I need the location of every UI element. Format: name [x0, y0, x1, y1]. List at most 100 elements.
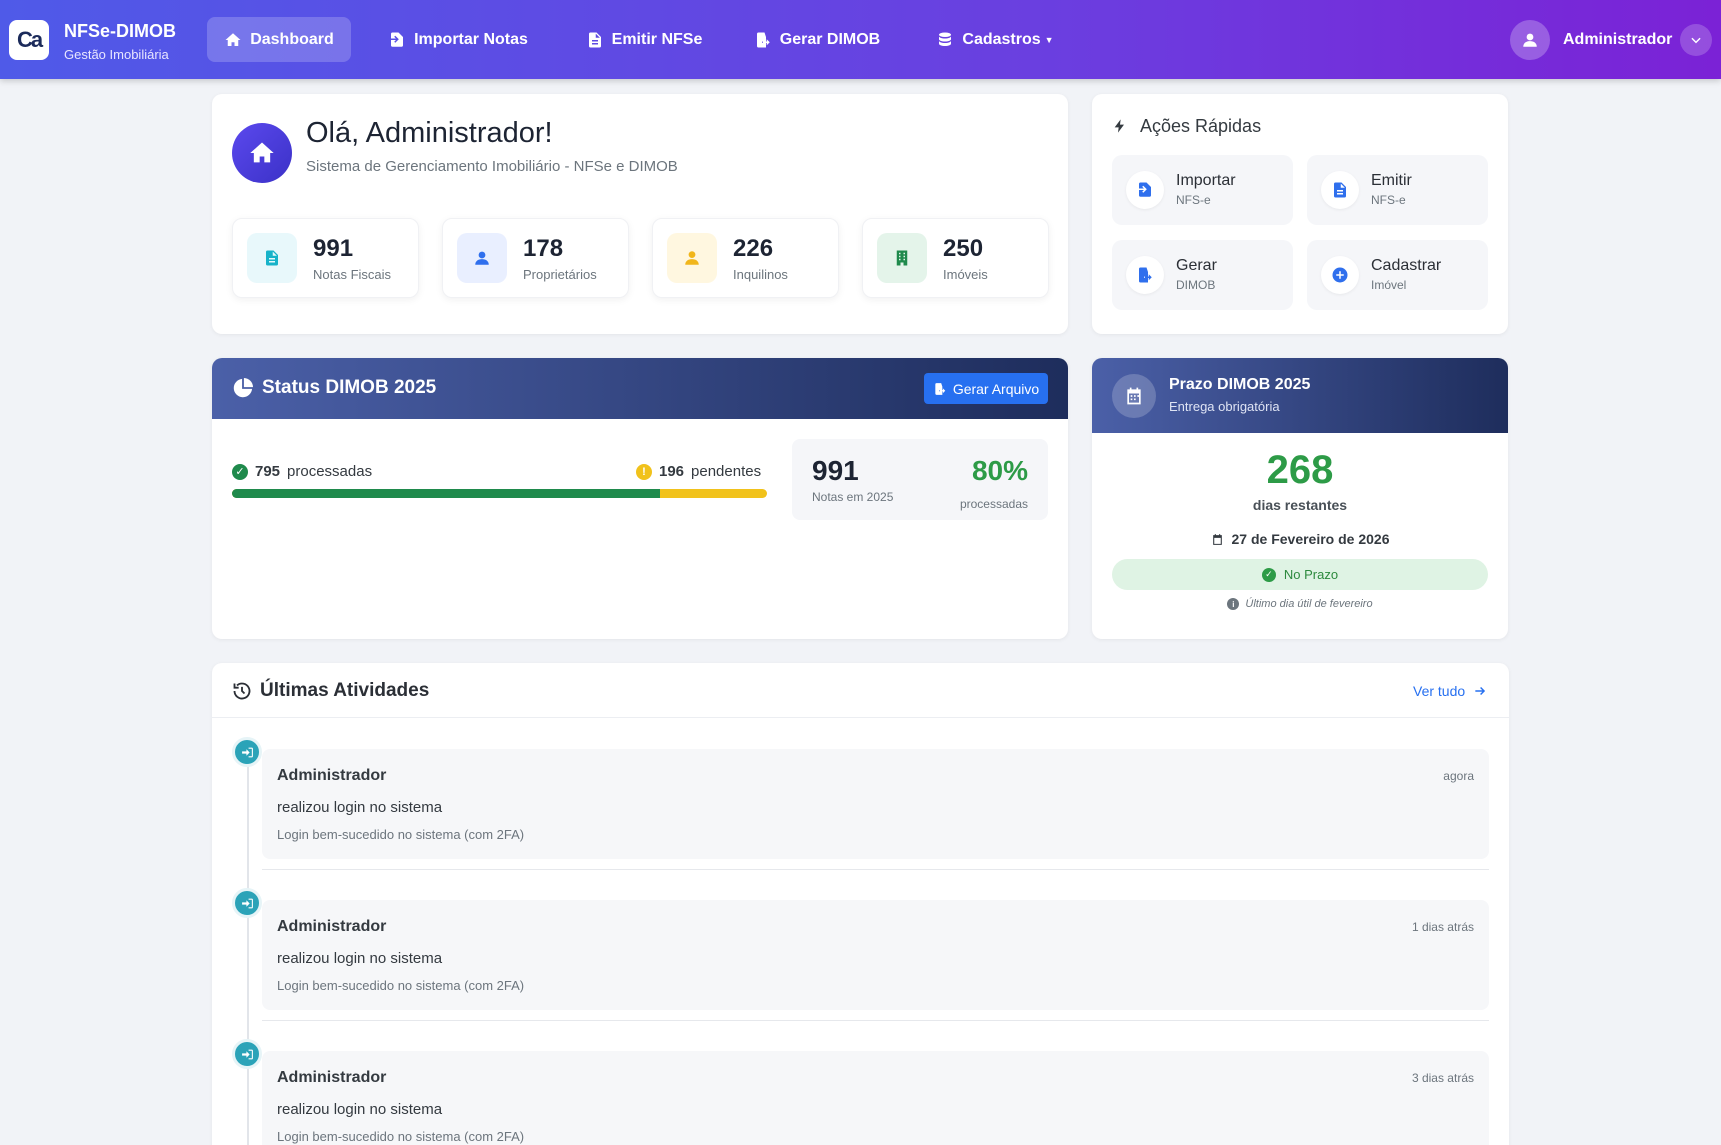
stat-value: 991: [313, 235, 354, 262]
brand-title[interactable]: NFSe-DIMOB: [64, 21, 176, 42]
nav-emitir-label: Emitir NFSe: [611, 30, 703, 48]
progress-processed-fill: [232, 489, 660, 498]
nav-cadastros-label: Cadastros: [962, 30, 1041, 48]
quick-action-gerar-dimob[interactable]: Gerar DIMOB: [1112, 240, 1293, 310]
activity-action: realizou login no sistema: [277, 799, 443, 816]
user-tie-icon: [685, 251, 699, 265]
qa-main-label: Emitir: [1371, 172, 1412, 189]
activities-title: Últimas Atividades: [260, 680, 430, 701]
stat-value: 250: [943, 235, 984, 262]
plus-circle-icon: [1332, 267, 1348, 283]
activity-user: Administrador: [277, 1069, 387, 1086]
summary-percent-label: processadas: [959, 497, 1028, 511]
summary-percent: 80%: [971, 455, 1028, 486]
user-icon: [1523, 33, 1537, 47]
stat-notas-fiscais[interactable]: 991 Notas Fiscais: [232, 218, 419, 298]
database-icon: [939, 32, 952, 46]
user-name[interactable]: Administrador: [1563, 31, 1672, 49]
nav-emitir-nfse[interactable]: Emitir NFSe: [572, 17, 716, 62]
pending-legend: ! 196 pendentes: [636, 463, 761, 480]
see-all-link[interactable]: Ver tudo: [1413, 683, 1487, 699]
stat-inquilinos[interactable]: 226 Inquilinos: [652, 218, 839, 298]
status-summary: 991 Notas em 2025 80% processadas: [792, 439, 1048, 520]
check-circle-icon: ✓: [232, 463, 248, 480]
welcome-title: Olá, Administrador!: [306, 117, 553, 149]
quick-actions-title: Ações Rápidas: [1140, 116, 1262, 136]
status-badge: ✓ No Prazo: [1112, 559, 1488, 590]
stat-notas-icon-wrap: [247, 233, 297, 283]
days-remaining-label: dias restantes: [1252, 497, 1348, 513]
bolt-icon: [1114, 119, 1124, 133]
nav-cadastros[interactable]: Cadastros ▼: [930, 17, 1060, 62]
status-badge-text: No Prazo: [1283, 567, 1339, 582]
status-dimob-card: Status DIMOB 2025 Gerar Arquivo ✓ 795 pr…: [212, 358, 1068, 639]
prazo-subtitle: Entrega obrigatória: [1169, 399, 1280, 414]
user-icon: [475, 251, 489, 265]
quick-action-cadastrar-imovel[interactable]: Cadastrar Imóvel: [1307, 240, 1488, 310]
timeline-line: [247, 758, 249, 1145]
stat-imoveis-icon-wrap: [877, 233, 927, 283]
days-remaining: 268: [1266, 448, 1334, 492]
activity-time: 3 dias atrás: [1411, 1071, 1474, 1085]
brand-logo-mark: Ca: [16, 27, 43, 52]
activity-item[interactable]: Administrador 1 dias atrás realizou logi…: [262, 900, 1489, 1010]
stat-proprietarios[interactable]: 178 Proprietários: [442, 218, 629, 298]
activity-time: 1 dias atrás: [1411, 920, 1474, 934]
welcome-card: Olá, Administrador! Sistema de Gerenciam…: [212, 94, 1068, 334]
stat-imoveis[interactable]: 250 Imóveis: [862, 218, 1049, 298]
qa-main-label: Gerar: [1176, 257, 1217, 274]
prazo-icon-wrap: [1112, 374, 1156, 418]
sign-in-icon: [241, 747, 253, 757]
activity-item[interactable]: Administrador agora realizou login no si…: [262, 749, 1489, 859]
calendar-icon: [1127, 387, 1141, 405]
quick-actions-card: Ações Rápidas Importar NFS-e Emitir NFS-…: [1092, 94, 1508, 334]
see-all-label: Ver tudo: [1413, 683, 1466, 699]
nav-dashboard[interactable]: Dashboard: [207, 17, 351, 62]
timeline-dot: [232, 737, 262, 767]
qa-main-label: Importar: [1176, 172, 1236, 189]
quick-action-importar-nfse[interactable]: Importar NFS-e: [1112, 155, 1293, 225]
activity-detail: Login bem-sucedido no sistema (com 2FA): [277, 827, 525, 842]
qa-sub-label: Imóvel: [1371, 278, 1407, 292]
qa-icon-wrap: [1126, 171, 1164, 209]
file-text-icon: [1334, 182, 1346, 198]
calendar-icon: [1212, 533, 1222, 545]
activity-action: realizou login no sistema: [277, 1101, 443, 1118]
nav-gerar-label: Gerar DIMOB: [779, 30, 881, 48]
welcome-home-badge: [232, 123, 292, 183]
processed-legend: ✓ 795 processadas: [232, 463, 372, 480]
brand-logo[interactable]: Ca: [9, 20, 49, 60]
nav-importar-label: Importar Notas: [414, 30, 528, 48]
file-import-icon: [391, 32, 404, 47]
prazo-header: Prazo DIMOB 2025 Entrega obrigatória: [1092, 358, 1508, 433]
processed-label: processadas: [287, 463, 373, 480]
processed-count: 795: [255, 463, 281, 480]
home-icon: [225, 32, 241, 46]
timeline-dot: [232, 1039, 262, 1069]
building-icon: [896, 250, 908, 266]
activity-action: realizou login no sistema: [277, 950, 443, 967]
history-icon: [233, 682, 251, 700]
nav-importar-notas[interactable]: Importar Notas: [378, 17, 538, 62]
qa-sub-label: DIMOB: [1176, 278, 1216, 292]
activity-separator: [262, 1020, 1489, 1021]
nav-gerar-dimob[interactable]: Gerar DIMOB: [742, 17, 892, 62]
qa-sub-label: NFS-e: [1371, 193, 1406, 207]
gerar-arquivo-button[interactable]: Gerar Arquivo: [924, 373, 1048, 404]
prazo-dimob-card: Prazo DIMOB 2025 Entrega obrigatória 268…: [1092, 358, 1508, 639]
quick-action-emitir-nfse[interactable]: Emitir NFS-e: [1307, 155, 1488, 225]
sign-in-icon: [241, 1049, 253, 1059]
qa-icon-wrap: [1321, 256, 1359, 294]
user-menu-toggle[interactable]: [1680, 24, 1712, 56]
stat-label: Notas Fiscais: [313, 267, 392, 282]
stat-label: Imóveis: [943, 267, 988, 282]
user-avatar[interactable]: [1510, 20, 1550, 60]
file-export-icon: [756, 32, 770, 47]
pending-count: 196: [659, 463, 685, 480]
sign-in-icon: [241, 898, 253, 908]
pending-label: pendentes: [691, 463, 762, 480]
welcome-subtitle: Sistema de Gerenciamento Imobiliário - N…: [306, 158, 678, 175]
activity-item[interactable]: Administrador 3 dias atrás realizou logi…: [262, 1051, 1489, 1145]
pie-chart-icon: [233, 378, 253, 398]
check-circle-icon: ✓: [1261, 567, 1276, 582]
